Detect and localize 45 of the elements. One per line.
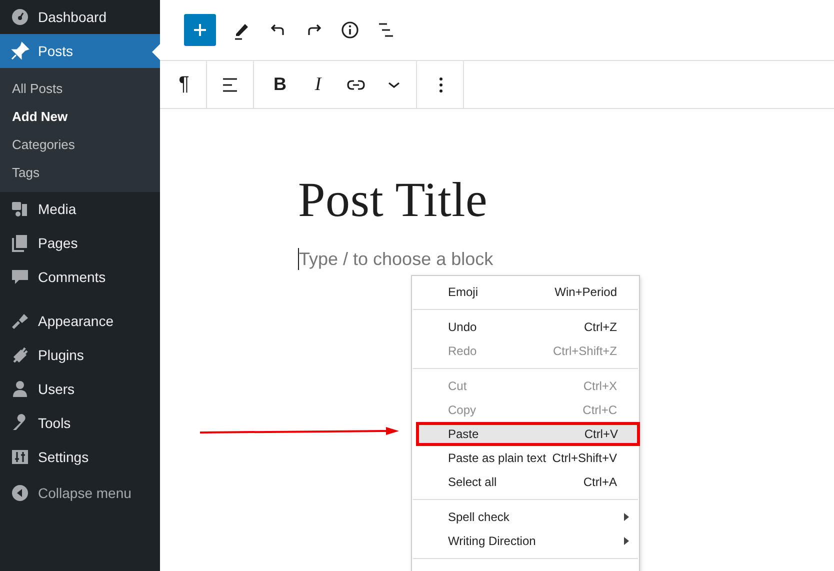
paragraph-button[interactable]: ¶	[174, 72, 194, 96]
sidebar-item[interactable]: Appearance	[0, 304, 160, 338]
bold-button[interactable]: B	[270, 72, 290, 96]
menu-item[interactable]: Select all Ctrl+A	[412, 470, 639, 494]
submenu-item[interactable]: All Posts	[0, 74, 160, 102]
pushpin-icon	[10, 41, 30, 61]
gauge-icon	[10, 7, 30, 27]
submenu-arrow-icon	[624, 513, 629, 521]
paintbrush-icon	[10, 311, 30, 331]
menu-item[interactable]: Emoji Win+Period	[412, 280, 639, 304]
collapse-button[interactable]: Collapse menu	[0, 476, 160, 510]
menu-item[interactable]: Paste as plain text Ctrl+Shift+V	[412, 446, 639, 470]
submenu-item[interactable]: Categories	[0, 130, 160, 158]
add-block-button[interactable]	[184, 14, 216, 46]
sidebar-item[interactable]: Settings	[0, 440, 160, 474]
sidebar-item[interactable]: Users	[0, 372, 160, 406]
menu-item[interactable]: Undo Ctrl+Z	[412, 315, 639, 339]
sidebar-item[interactable]: Dashboard	[0, 0, 160, 34]
user-icon	[10, 379, 30, 399]
list-icon	[376, 20, 396, 40]
sidebar-item[interactable]: Plugins	[0, 338, 160, 372]
speech-bubble-icon	[10, 267, 30, 287]
collapse-icon	[10, 483, 30, 503]
italic-button[interactable]: I	[308, 72, 328, 96]
media-icon	[10, 199, 30, 219]
pages-icon	[10, 233, 30, 253]
submenu-item[interactable]: Add New	[0, 102, 160, 130]
submenu-arrow-icon	[624, 537, 629, 545]
sidebar-item[interactable]: Pages	[0, 226, 160, 260]
menu-item[interactable]: Spell check	[412, 505, 639, 529]
post-title[interactable]: Post Title	[298, 171, 834, 228]
chevron-icon	[388, 82, 400, 88]
submenu-item[interactable]: Tags	[0, 158, 160, 186]
menu-item[interactable]: Paste Ctrl+V	[416, 422, 640, 446]
toolbar-button[interactable]	[376, 20, 396, 40]
sliders-icon	[10, 447, 30, 467]
menu-item[interactable]: Writing Direction	[412, 529, 639, 553]
block-placeholder[interactable]: Type / to choose a block	[298, 248, 494, 270]
toolbar-button[interactable]	[340, 20, 360, 40]
more-icon	[439, 76, 443, 92]
info-icon	[340, 20, 360, 40]
sidebar-item[interactable]: Comments	[0, 260, 160, 294]
sidebar-item[interactable]: Posts	[0, 34, 160, 68]
sidebar-item[interactable]: Tools	[0, 406, 160, 440]
sidebar-item[interactable]: Media	[0, 192, 160, 226]
